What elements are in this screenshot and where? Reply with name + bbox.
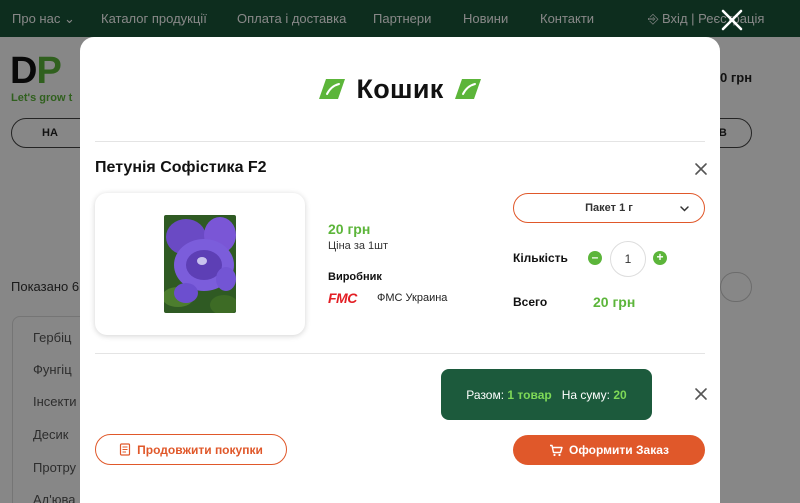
product-image xyxy=(164,215,236,313)
package-select[interactable]: Пакет 1 г xyxy=(513,193,705,223)
manufacturer-logo: FMC xyxy=(328,290,357,306)
increase-quantity-button[interactable]: + xyxy=(653,251,667,265)
leaf-icon xyxy=(319,79,346,99)
overlay-close-icon[interactable] xyxy=(718,6,746,34)
line-total-value: 20 грн xyxy=(593,294,636,310)
leaf-icon xyxy=(454,79,481,99)
cart-summary-toast: Разом: 1 товар На суму: 20 xyxy=(441,369,652,420)
package-select-value: Пакет 1 г xyxy=(585,202,633,214)
decrease-quantity-button[interactable]: – xyxy=(588,251,602,265)
close-summary-icon[interactable] xyxy=(693,386,709,402)
summary-items: 1 товар xyxy=(507,387,552,402)
remove-item-icon[interactable] xyxy=(693,161,709,177)
cart-modal: Кошик Петунія Софістика F2 20 грн Ціна з… xyxy=(80,37,720,503)
quantity-input[interactable]: 1 xyxy=(610,241,646,277)
modal-header: Кошик xyxy=(80,37,720,141)
cart-icon xyxy=(549,444,563,456)
chevron-down-icon xyxy=(680,206,689,212)
unit-price-note: Ціна за 1шт xyxy=(328,240,389,252)
receipt-icon xyxy=(120,443,131,456)
continue-shopping-button[interactable]: Продовжити покупки xyxy=(95,434,287,465)
modal-title: Кошик xyxy=(356,73,444,104)
manufacturer-name: ФМС Украина xyxy=(377,292,448,304)
line-total-label: Всего xyxy=(513,295,548,309)
manufacturer-label: Виробник xyxy=(328,271,382,283)
summary-sum: 20 xyxy=(613,387,627,402)
unit-price: 20 грн xyxy=(328,221,371,237)
product-name[interactable]: Петунія Софістика F2 xyxy=(95,159,267,177)
checkout-button[interactable]: Оформити Заказ xyxy=(513,435,705,465)
divider xyxy=(95,353,705,354)
divider xyxy=(95,141,705,142)
quantity-label: Кількість xyxy=(513,251,568,265)
